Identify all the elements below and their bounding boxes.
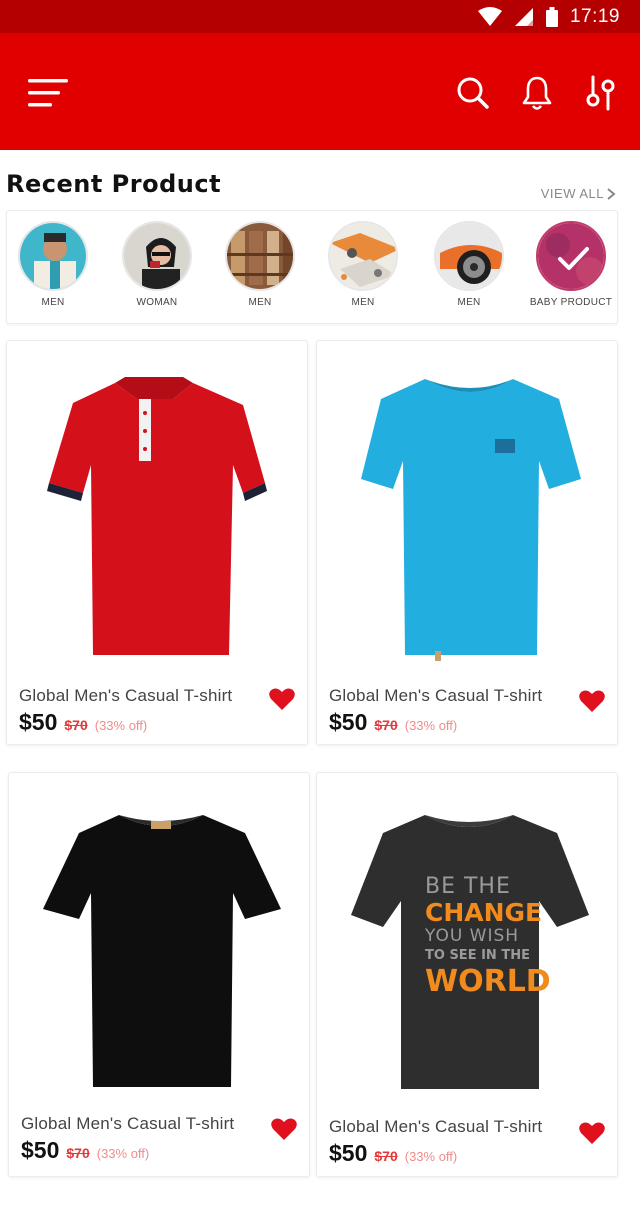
product-price: $50 xyxy=(329,709,368,735)
filter-button[interactable] xyxy=(584,75,618,111)
category-avatar xyxy=(122,221,192,291)
category-avatar xyxy=(18,221,88,291)
tshirt-print-line-2: CHANGE xyxy=(425,898,542,927)
category-men-3[interactable]: MEN xyxy=(311,221,415,308)
product-price: $50 xyxy=(21,1137,60,1163)
search-icon xyxy=(457,77,489,109)
bell-icon xyxy=(522,76,552,110)
view-all-link[interactable]: VIEW ALL xyxy=(541,186,616,201)
hamburger-menu-icon xyxy=(28,79,68,107)
category-avatar xyxy=(328,221,398,291)
product-image-graphic-tshirt: BE THE CHANGE YOU WISH TO SEE IN THE WOR… xyxy=(351,815,589,1089)
product-discount: (33% off) xyxy=(96,1146,150,1161)
favorite-heart-icon[interactable] xyxy=(269,687,295,711)
category-avatar xyxy=(225,221,295,291)
product-old-price: $70 xyxy=(66,1145,90,1161)
chevron-right-icon xyxy=(607,187,616,200)
product-discount: (33% off) xyxy=(404,718,458,733)
app-bar xyxy=(0,33,640,150)
favorite-heart-icon[interactable] xyxy=(579,689,605,713)
status-time: 17:19 xyxy=(569,6,620,27)
product-price-row: $50 $70 (33% off) xyxy=(329,1140,457,1167)
product-old-price: $70 xyxy=(374,1148,398,1164)
category-label: MEN xyxy=(457,297,481,308)
tshirt-print-line-3: YOU WISH xyxy=(424,926,519,946)
product-card-4[interactable]: BE THE CHANGE YOU WISH TO SEE IN THE WOR… xyxy=(316,772,618,1177)
tshirt-print-line-5: WORLD xyxy=(425,964,551,999)
battery-icon xyxy=(545,7,558,27)
section-title: Recent Product xyxy=(6,170,222,198)
product-title: Global Men's Casual T-shirt xyxy=(329,1117,543,1136)
product-price-row: $50 $70 (33% off) xyxy=(19,709,147,736)
tshirt-print-line-4: TO SEE IN THE xyxy=(425,948,530,963)
category-label: MEN xyxy=(248,297,272,308)
category-baby-product[interactable]: BABY PRODUCT xyxy=(519,221,623,308)
category-men-4[interactable]: MEN xyxy=(417,221,521,308)
category-strip: MEN WOMAN MEN MEN MEN BABY PRODUCT xyxy=(6,210,618,324)
product-title: Global Men's Casual T-shirt xyxy=(21,1114,235,1133)
product-card-3[interactable]: Global Men's Casual T-shirt $50 $70 (33%… xyxy=(8,772,310,1177)
product-image-black-tshirt xyxy=(43,815,281,1087)
product-price: $50 xyxy=(19,709,58,735)
status-bar: 17:19 xyxy=(0,0,640,33)
product-price: $50 xyxy=(329,1140,368,1166)
product-card-2[interactable]: Global Men's Casual T-shirt $50 $70 (33%… xyxy=(316,340,618,745)
menu-button[interactable] xyxy=(26,75,72,111)
product-old-price: $70 xyxy=(374,717,398,733)
category-label: MEN xyxy=(351,297,375,308)
search-button[interactable] xyxy=(456,75,490,111)
product-card-1[interactable]: Global Men's Casual T-shirt $50 $70 (33%… xyxy=(6,340,308,745)
category-men-1[interactable]: MEN xyxy=(1,221,105,308)
category-label: WOMAN xyxy=(136,297,178,308)
product-image-red-polo xyxy=(47,377,267,655)
product-discount: (33% off) xyxy=(94,718,148,733)
category-avatar xyxy=(434,221,504,291)
product-title: Global Men's Casual T-shirt xyxy=(19,686,233,705)
category-men-2[interactable]: MEN xyxy=(208,221,312,308)
product-title: Global Men's Casual T-shirt xyxy=(329,686,543,705)
product-image-blue-tshirt xyxy=(361,379,581,661)
product-old-price: $70 xyxy=(64,717,88,733)
category-avatar xyxy=(536,221,606,291)
tshirt-print-line-1: BE THE xyxy=(425,874,511,899)
category-label: BABY PRODUCT xyxy=(529,297,613,308)
product-price-row: $50 $70 (33% off) xyxy=(329,709,457,736)
signal-icon xyxy=(514,8,533,26)
notifications-button[interactable] xyxy=(520,75,554,111)
view-all-label: VIEW ALL xyxy=(540,186,604,201)
favorite-heart-icon[interactable] xyxy=(579,1121,605,1145)
category-label: MEN xyxy=(41,297,65,308)
favorite-heart-icon[interactable] xyxy=(271,1117,297,1141)
wifi-icon xyxy=(477,7,502,26)
product-discount: (33% off) xyxy=(404,1149,458,1164)
category-woman[interactable]: WOMAN xyxy=(105,221,209,308)
filter-icon xyxy=(586,75,615,111)
product-price-row: $50 $70 (33% off) xyxy=(21,1137,149,1164)
